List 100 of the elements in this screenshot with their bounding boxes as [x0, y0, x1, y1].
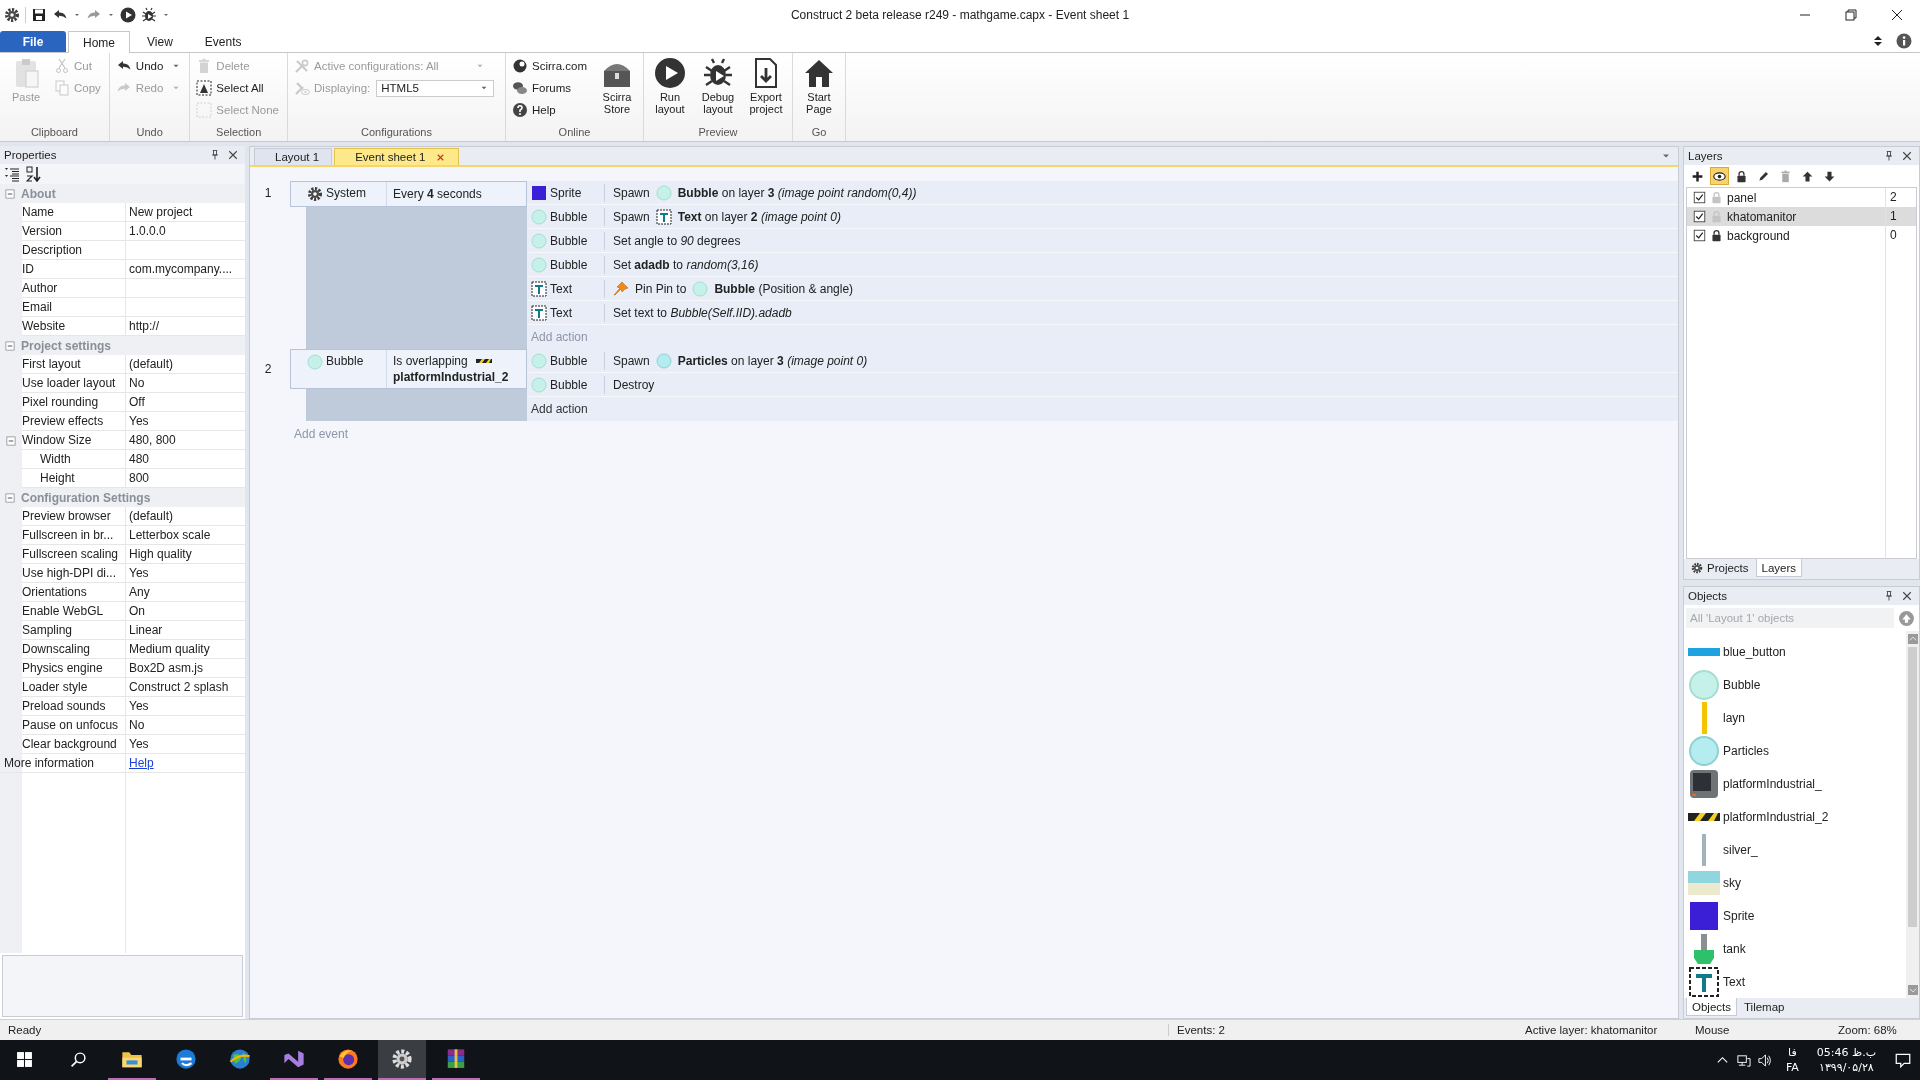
object-item[interactable]: Sprite: [1687, 899, 1906, 932]
property-value[interactable]: 1.0.0.0: [126, 222, 245, 241]
caret-icon[interactable]: [107, 11, 115, 19]
pin-icon[interactable]: [209, 149, 221, 161]
property-value[interactable]: Construct 2 splash: [126, 678, 245, 697]
checkbox[interactable]: [1693, 191, 1706, 204]
network-icon[interactable]: [1735, 1052, 1751, 1068]
app-icon[interactable]: [4, 7, 20, 23]
ribbon-tab[interactable]: View: [132, 31, 188, 52]
add-action-link[interactable]: Add action: [531, 402, 588, 416]
property-value[interactable]: Box2D asm.js: [126, 659, 245, 678]
close-icon[interactable]: [1901, 150, 1913, 162]
object-item[interactable]: layn: [1687, 701, 1906, 734]
ribbon-button[interactable]: Debug layout: [697, 55, 738, 115]
ribbon-button[interactable]: Forums: [512, 77, 589, 99]
language-indicator[interactable]: فا: [1788, 1045, 1797, 1060]
property-value[interactable]: No: [126, 374, 245, 393]
save-icon[interactable]: [31, 7, 47, 23]
ribbon-button[interactable]: Run layout: [649, 55, 690, 115]
action-row[interactable]: Bubble Set angle to 90 degrees: [527, 229, 1678, 253]
lock-icon[interactable]: [1710, 229, 1723, 242]
gear-taskbar-button[interactable]: [378, 1040, 426, 1080]
property-value[interactable]: (default): [126, 355, 245, 374]
close-icon[interactable]: [1901, 590, 1913, 602]
eye-button[interactable]: [1710, 167, 1729, 185]
property-value[interactable]: Linear: [126, 621, 245, 640]
property-value[interactable]: On: [126, 602, 245, 621]
action-row[interactable]: Bubble Spawn Text on layer 2 (image point 0): [527, 205, 1678, 229]
document-tab[interactable]: Event sheet 1: [334, 148, 460, 165]
language-code[interactable]: FA: [1785, 1060, 1799, 1075]
checkbox[interactable]: [1693, 210, 1706, 223]
ribbon-button[interactable]: Export project: [745, 55, 786, 115]
panel-tab[interactable]: Tilemap: [1739, 998, 1790, 1016]
property-value[interactable]: Letterbox scale: [126, 526, 245, 545]
property-value[interactable]: Yes: [126, 412, 245, 431]
categorized-icon[interactable]: [4, 166, 20, 182]
ribbon-tab[interactable]: File: [0, 31, 66, 52]
object-item[interactable]: Text: [1687, 965, 1906, 998]
property-value[interactable]: New project: [126, 203, 245, 222]
action-row[interactable]: Sprite Spawn Bubble on layer 3 (image point random(0,4)): [527, 181, 1678, 205]
property-value[interactable]: Yes: [126, 564, 245, 583]
document-tab[interactable]: Layout 1: [254, 148, 333, 165]
object-item[interactable]: tank: [1687, 932, 1906, 965]
property-value[interactable]: High quality: [126, 545, 245, 564]
pin-icon[interactable]: [1883, 150, 1895, 162]
scroll-thumb[interactable]: [1908, 647, 1917, 927]
object-item[interactable]: Bubble: [1687, 668, 1906, 701]
property-value[interactable]: Any: [126, 583, 245, 602]
help-link[interactable]: Help: [129, 756, 154, 770]
ribbon-button[interactable]: Select All: [196, 77, 281, 99]
ribbon-button[interactable]: Scirra.com: [512, 55, 589, 77]
property-value[interactable]: (default): [126, 507, 245, 526]
action-row[interactable]: Text Set text to Bubble(Self.IID).adadb: [527, 301, 1678, 325]
notification-icon[interactable]: [1894, 1051, 1912, 1069]
caret-icon[interactable]: [162, 11, 170, 19]
layer-row[interactable]: khatomanitor 1: [1687, 207, 1916, 226]
action-row[interactable]: Text Pin Pin to Bubble (Position & angle): [527, 277, 1678, 301]
panel-tab[interactable]: Projects: [1686, 559, 1754, 577]
bug-icon[interactable]: [141, 7, 157, 23]
panel-tab[interactable]: Objects: [1686, 998, 1737, 1016]
property-value[interactable]: com.mycompany....: [126, 260, 245, 279]
action-row[interactable]: Bubble Set adadb to random(3,16): [527, 253, 1678, 277]
checkbox[interactable]: [1693, 229, 1706, 242]
caret-icon[interactable]: [73, 11, 81, 19]
object-item[interactable]: platformIndustrial_: [1687, 767, 1906, 800]
layer-row[interactable]: background 0: [1687, 226, 1916, 245]
action-row[interactable]: Bubble Spawn Particles on layer 3 (image point 0): [527, 349, 1678, 373]
action-row[interactable]: Bubble Destroy: [527, 373, 1678, 397]
filter-field[interactable]: All 'Layout 1' objects: [1686, 608, 1894, 628]
object-item[interactable]: sky: [1687, 866, 1906, 899]
ribbon-button[interactable]: Start Page: [798, 55, 839, 115]
fox-icon: [337, 1048, 359, 1070]
property-value[interactable]: Off: [126, 393, 245, 412]
volume-icon[interactable]: [1756, 1052, 1772, 1068]
info-icon[interactable]: [1896, 33, 1912, 49]
property-value[interactable]: No: [126, 716, 245, 735]
close-icon[interactable]: [227, 149, 239, 161]
play-icon[interactable]: [120, 7, 136, 23]
condition-row[interactable]: System Every 4 seconds: [290, 181, 527, 207]
panel-tab[interactable]: Layers: [1755, 559, 1803, 577]
property-value[interactable]: 480, 800: [126, 431, 245, 450]
ribbon-tab[interactable]: Events: [189, 31, 257, 52]
sort-icon[interactable]: [26, 166, 42, 182]
object-item[interactable]: silver_: [1687, 833, 1906, 866]
property-value[interactable]: Yes: [126, 735, 245, 754]
object-item[interactable]: Particles: [1687, 734, 1906, 767]
up-icon[interactable]: [1898, 609, 1915, 627]
ribbon-button[interactable]: Help: [512, 99, 589, 121]
pin-icon[interactable]: [1883, 590, 1895, 602]
ribbon-button[interactable]: Undo: [115, 55, 184, 77]
ribbon-tab[interactable]: Home: [68, 31, 130, 53]
condition-row[interactable]: Bubble Is overlapping platformIndustrial_2: [290, 349, 527, 389]
object-item[interactable]: blue_button: [1687, 635, 1906, 668]
clock-date[interactable]: ۱۳۹۹/۰۵/۲۸: [1819, 1060, 1874, 1075]
object-item[interactable]: platformIndustrial_2: [1687, 800, 1906, 833]
clock-time[interactable]: 05:46 ب.ظ: [1816, 1045, 1876, 1060]
property-value[interactable]: Yes: [126, 697, 245, 716]
property-value[interactable]: Medium quality: [126, 640, 245, 659]
property-value[interactable]: 480: [126, 450, 245, 469]
ribbon-button[interactable]: Scirra Store: [596, 55, 637, 115]
